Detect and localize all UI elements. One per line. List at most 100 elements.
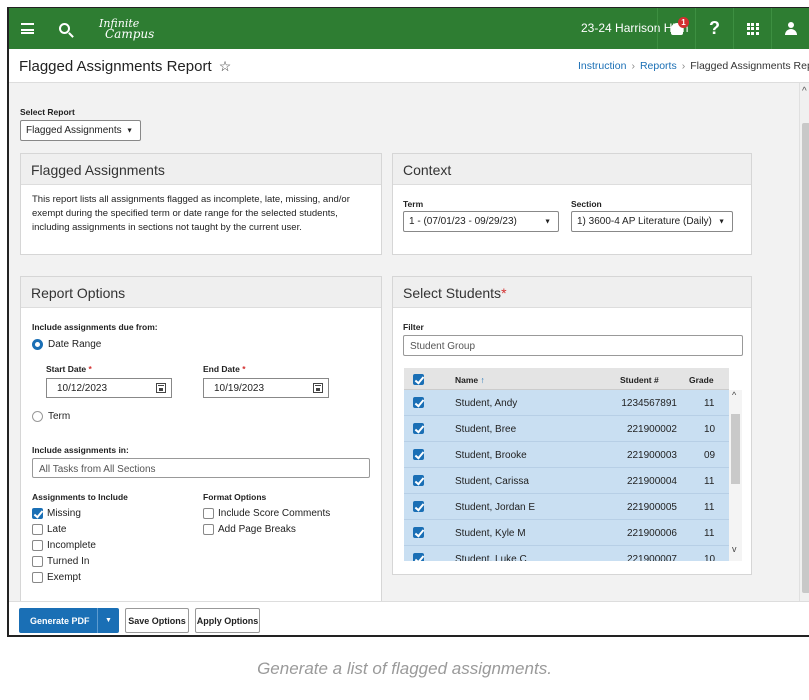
term-radio[interactable] bbox=[32, 411, 43, 422]
filter-label: Filter bbox=[403, 322, 424, 332]
incomplete-checkbox[interactable] bbox=[32, 540, 43, 551]
turned-in-checkbox[interactable] bbox=[32, 556, 43, 567]
report-options-card: Report Options Include assignments due f… bbox=[20, 276, 382, 606]
student-grade: 10 bbox=[704, 424, 716, 435]
student-checkbox[interactable] bbox=[413, 475, 424, 486]
section-dropdown[interactable]: 1) 3600-4 AP Literature (Daily) ▼ bbox=[571, 211, 733, 232]
late-label: Late bbox=[47, 524, 67, 535]
table-row[interactable]: Student, Brooke 221900003 09 bbox=[404, 442, 729, 468]
generate-pdf-button[interactable]: Generate PDF ▼ bbox=[19, 608, 119, 633]
flagged-card-title: Flagged Assignments bbox=[21, 154, 381, 185]
name-column-label: Name bbox=[455, 375, 479, 385]
select-students-title: Select Students* bbox=[393, 277, 751, 308]
user-button[interactable] bbox=[771, 8, 809, 49]
student-name: Student, Carissa bbox=[455, 476, 529, 487]
add-page-breaks-label: Add Page Breaks bbox=[218, 524, 296, 535]
table-row[interactable]: Student, Carissa 221900004 11 bbox=[404, 468, 729, 494]
student-number-column-header[interactable]: Student # bbox=[620, 375, 659, 385]
term-radio-label: Term bbox=[48, 411, 71, 422]
student-checkbox[interactable] bbox=[413, 423, 424, 434]
include-in-input[interactable]: All Tasks from All Sections bbox=[32, 458, 370, 478]
favorite-star-icon[interactable]: ☆ bbox=[219, 58, 232, 75]
sort-up-icon: ↑ bbox=[480, 375, 485, 385]
student-number: 221900005 bbox=[626, 502, 677, 513]
start-date-input[interactable]: 10/12/2023 bbox=[46, 378, 172, 398]
menu-button[interactable] bbox=[9, 8, 46, 49]
infinite-campus-logo[interactable]: Infinite Campus bbox=[99, 18, 155, 41]
select-report-value: Flagged Assignments bbox=[26, 125, 122, 136]
select-students-title-text: Select Students bbox=[403, 285, 502, 301]
end-date-input[interactable]: 10/19/2023 bbox=[203, 378, 329, 398]
search-icon bbox=[59, 23, 70, 34]
app-window: Infinite Campus 23-24 Harrison High 1 ? … bbox=[7, 7, 809, 637]
student-checkbox[interactable] bbox=[413, 449, 424, 460]
name-column-header[interactable]: Name ↑ bbox=[455, 375, 485, 385]
students-table-scrollbar[interactable]: ^ v bbox=[729, 390, 742, 561]
report-options-title: Report Options bbox=[21, 277, 381, 308]
assignments-to-include-label: Assignments to Include bbox=[32, 492, 128, 502]
action-bar: Generate PDF ▼ Save Options Apply Option… bbox=[9, 601, 809, 635]
select-report-label: Select Report bbox=[20, 107, 75, 117]
breadcrumb-instruction[interactable]: Instruction bbox=[578, 60, 626, 72]
student-checkbox[interactable] bbox=[413, 501, 424, 512]
calendar-icon[interactable] bbox=[156, 383, 166, 393]
page-title: Flagged Assignments Report ☆ bbox=[19, 58, 231, 75]
save-options-button[interactable]: Save Options bbox=[125, 608, 189, 633]
apps-button[interactable] bbox=[733, 8, 771, 49]
main-content: Select Report Flagged Assignments ▼ Flag… bbox=[9, 83, 799, 606]
logo-line-2: Campus bbox=[105, 26, 155, 41]
generate-pdf-label: Generate PDF bbox=[30, 615, 90, 626]
breadcrumb-current: Flagged Assignments Report bbox=[690, 60, 809, 72]
hamburger-icon bbox=[21, 23, 34, 34]
scroll-up-icon[interactable]: ^ bbox=[732, 390, 736, 400]
page-scroll-thumb[interactable] bbox=[802, 123, 809, 593]
end-date-label: End Date * bbox=[203, 364, 246, 374]
students-table: Name ↑ Student # Grade Student, Andy 1234… bbox=[404, 368, 742, 561]
user-icon bbox=[784, 22, 797, 35]
include-in-label: Include assignments in: bbox=[32, 445, 129, 455]
exempt-checkbox[interactable] bbox=[32, 572, 43, 583]
breadcrumb-reports[interactable]: Reports bbox=[640, 60, 677, 72]
table-row[interactable]: Student, Kyle M 221900006 11 bbox=[404, 520, 729, 546]
include-score-comments-checkbox[interactable] bbox=[203, 508, 214, 519]
table-row[interactable]: Student, Andy 1234567891 11 bbox=[404, 390, 729, 416]
table-row[interactable]: Student, Bree 221900002 10 bbox=[404, 416, 729, 442]
student-group-filter-input[interactable]: Student Group bbox=[403, 335, 743, 356]
help-button[interactable]: ? bbox=[695, 8, 733, 49]
caption: Generate a list of flagged assignments. bbox=[257, 659, 552, 678]
select-report-dropdown[interactable]: Flagged Assignments ▼ bbox=[20, 120, 141, 141]
student-grade: 09 bbox=[704, 450, 716, 461]
page-header: Flagged Assignments Report ☆ Instruction… bbox=[9, 49, 809, 83]
select-students-card: Select Students* Filter Student Group Na… bbox=[392, 276, 752, 575]
section-label: Section bbox=[571, 199, 602, 209]
calendar-icon[interactable] bbox=[313, 383, 323, 393]
apply-options-button[interactable]: Apply Options bbox=[195, 608, 260, 633]
missing-checkbox[interactable] bbox=[32, 508, 43, 519]
scroll-down-icon[interactable]: v bbox=[732, 544, 737, 554]
term-dropdown[interactable]: 1 - (07/01/23 - 09/29/23) ▼ bbox=[403, 211, 559, 232]
generate-options-dropdown[interactable]: ▼ bbox=[97, 608, 119, 633]
student-checkbox[interactable] bbox=[413, 397, 424, 408]
notifications-button[interactable]: 1 bbox=[657, 8, 695, 49]
table-row[interactable]: Student, Luke C 221900007 10 bbox=[404, 546, 729, 561]
student-checkbox[interactable] bbox=[413, 553, 424, 561]
date-range-radio[interactable] bbox=[32, 339, 43, 350]
page-scrollbar[interactable]: ^ bbox=[799, 83, 809, 601]
grade-column-header[interactable]: Grade bbox=[689, 375, 714, 385]
start-date-label-text: Start Date bbox=[46, 364, 87, 374]
table-row[interactable]: Student, Jordan E 221900005 11 bbox=[404, 494, 729, 520]
student-checkbox[interactable] bbox=[413, 527, 424, 538]
page-title-text: Flagged Assignments Report bbox=[19, 58, 212, 75]
student-grade: 11 bbox=[704, 476, 715, 487]
scroll-thumb[interactable] bbox=[731, 414, 740, 484]
search-button[interactable] bbox=[46, 8, 83, 49]
select-all-checkbox[interactable] bbox=[413, 374, 424, 385]
student-number: 221900004 bbox=[626, 476, 677, 487]
required-mark: * bbox=[501, 285, 507, 301]
term-label: Term bbox=[403, 199, 424, 209]
late-checkbox[interactable] bbox=[32, 524, 43, 535]
top-bar: Infinite Campus 23-24 Harrison High 1 ? bbox=[9, 8, 809, 49]
chevron-right-icon: › bbox=[681, 60, 686, 72]
scroll-up-icon[interactable]: ^ bbox=[802, 86, 807, 97]
add-page-breaks-checkbox[interactable] bbox=[203, 524, 214, 535]
